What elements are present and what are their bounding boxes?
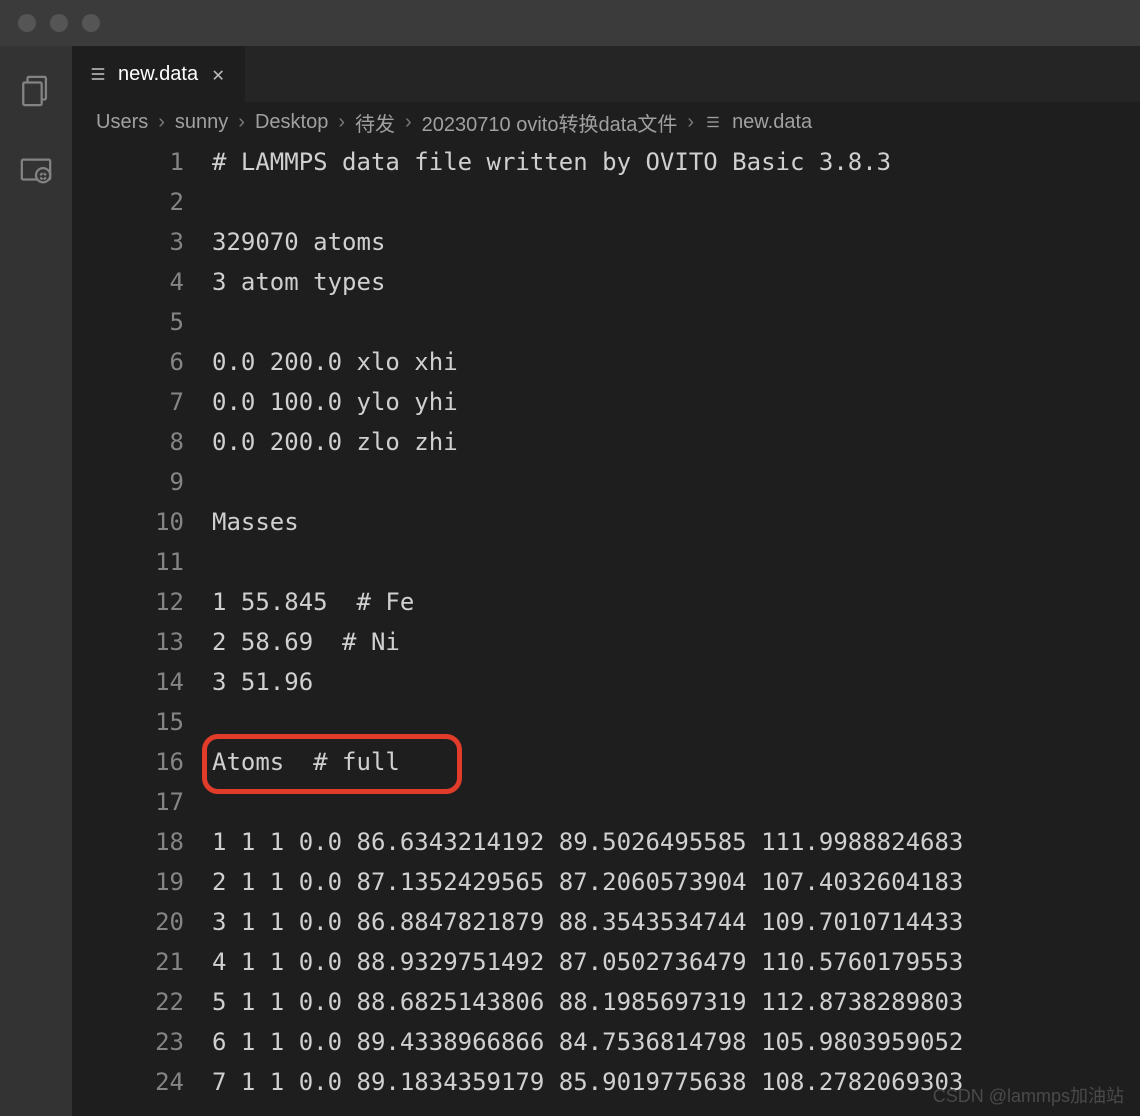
code-line[interactable]: 0.0 200.0 xlo xhi bbox=[212, 342, 1140, 382]
code-line[interactable]: 3 1 1 0.0 86.8847821879 88.3543534744 10… bbox=[212, 902, 1140, 942]
line-number: 11 bbox=[72, 542, 184, 582]
code-area[interactable]: # LAMMPS data file written by OVITO Basi… bbox=[212, 142, 1140, 1116]
code-line[interactable]: 5 1 1 0.0 88.6825143806 88.1985697319 11… bbox=[212, 982, 1140, 1022]
code-line[interactable] bbox=[212, 462, 1140, 502]
line-number: 5 bbox=[72, 302, 184, 342]
tab-bar: new.data ✕ bbox=[72, 46, 1140, 102]
code-line[interactable]: 3 atom types bbox=[212, 262, 1140, 302]
close-icon[interactable]: ✕ bbox=[208, 62, 228, 86]
traffic-zoom-icon[interactable] bbox=[82, 14, 100, 32]
line-number: 18 bbox=[72, 822, 184, 862]
line-number: 10 bbox=[72, 502, 184, 542]
chevron-right-icon: › bbox=[683, 111, 698, 134]
explorer-icon[interactable] bbox=[19, 74, 53, 112]
code-line[interactable]: 2 1 1 0.0 87.1352429565 87.2060573904 10… bbox=[212, 862, 1140, 902]
line-number: 9 bbox=[72, 462, 184, 502]
line-number: 13 bbox=[72, 622, 184, 662]
chevron-right-icon: › bbox=[334, 111, 349, 134]
line-number: 8 bbox=[72, 422, 184, 462]
code-line[interactable] bbox=[212, 702, 1140, 742]
breadcrumb-item[interactable]: Desktop bbox=[255, 111, 328, 134]
code-line[interactable] bbox=[212, 302, 1140, 342]
code-line[interactable]: 1 1 1 0.0 86.6343214192 89.5026495585 11… bbox=[212, 822, 1140, 862]
line-number: 20 bbox=[72, 902, 184, 942]
line-number: 16 bbox=[72, 742, 184, 782]
watermark: CSDN @lammps加油站 bbox=[933, 1082, 1124, 1108]
line-number-gutter: 123456789101112131415161718192021222324 bbox=[72, 142, 212, 1116]
code-line[interactable]: Masses bbox=[212, 502, 1140, 542]
line-number: 4 bbox=[72, 262, 184, 302]
traffic-minimize-icon[interactable] bbox=[50, 14, 68, 32]
line-number: 15 bbox=[72, 702, 184, 742]
line-number: 12 bbox=[72, 582, 184, 622]
code-line[interactable]: 2 58.69 # Ni bbox=[212, 622, 1140, 662]
code-line[interactable]: 0.0 200.0 zlo zhi bbox=[212, 422, 1140, 462]
code-line[interactable] bbox=[212, 542, 1140, 582]
line-number: 2 bbox=[72, 182, 184, 222]
line-number: 22 bbox=[72, 982, 184, 1022]
line-number: 19 bbox=[72, 862, 184, 902]
chevron-right-icon: › bbox=[154, 111, 169, 134]
code-line[interactable]: # LAMMPS data file written by OVITO Basi… bbox=[212, 142, 1140, 182]
code-line[interactable]: 3 51.96 bbox=[212, 662, 1140, 702]
line-number: 1 bbox=[72, 142, 184, 182]
line-number: 7 bbox=[72, 382, 184, 422]
activity-bar bbox=[0, 46, 72, 1116]
code-line[interactable]: 0.0 100.0 ylo yhi bbox=[212, 382, 1140, 422]
breadcrumb-item[interactable]: Users bbox=[96, 111, 148, 134]
line-number: 6 bbox=[72, 342, 184, 382]
file-icon bbox=[704, 113, 722, 131]
code-line[interactable]: 6 1 1 0.0 89.4338966866 84.7536814798 10… bbox=[212, 1022, 1140, 1062]
traffic-close-icon[interactable] bbox=[18, 14, 36, 32]
code-line[interactable]: Atoms # full bbox=[212, 742, 1140, 782]
line-number: 3 bbox=[72, 222, 184, 262]
line-number: 17 bbox=[72, 782, 184, 822]
line-number: 21 bbox=[72, 942, 184, 982]
code-line[interactable]: 4 1 1 0.0 88.9329751492 87.0502736479 11… bbox=[212, 942, 1140, 982]
chevron-right-icon: › bbox=[401, 111, 416, 134]
remote-explorer-icon[interactable] bbox=[19, 154, 53, 192]
titlebar bbox=[0, 0, 1140, 46]
breadcrumb-item[interactable]: new.data bbox=[732, 111, 812, 134]
line-number: 14 bbox=[72, 662, 184, 702]
tab-label: new.data bbox=[118, 63, 198, 86]
code-line[interactable]: 1 55.845 # Fe bbox=[212, 582, 1140, 622]
code-line[interactable] bbox=[212, 782, 1140, 822]
tab-new-data[interactable]: new.data ✕ bbox=[72, 46, 245, 102]
code-line[interactable] bbox=[212, 182, 1140, 222]
breadcrumb-item[interactable]: sunny bbox=[175, 111, 228, 134]
line-number: 24 bbox=[72, 1062, 184, 1102]
breadcrumb-item[interactable]: 待发 bbox=[355, 108, 395, 137]
line-number: 23 bbox=[72, 1022, 184, 1062]
editor[interactable]: 123456789101112131415161718192021222324 … bbox=[72, 142, 1140, 1116]
file-icon bbox=[88, 64, 108, 84]
chevron-right-icon: › bbox=[234, 111, 249, 134]
breadcrumb-item[interactable]: 20230710 ovito转换data文件 bbox=[422, 108, 678, 137]
code-line[interactable]: 329070 atoms bbox=[212, 222, 1140, 262]
breadcrumbs[interactable]: Users › sunny › Desktop › 待发 › 20230710 … bbox=[72, 102, 1140, 142]
